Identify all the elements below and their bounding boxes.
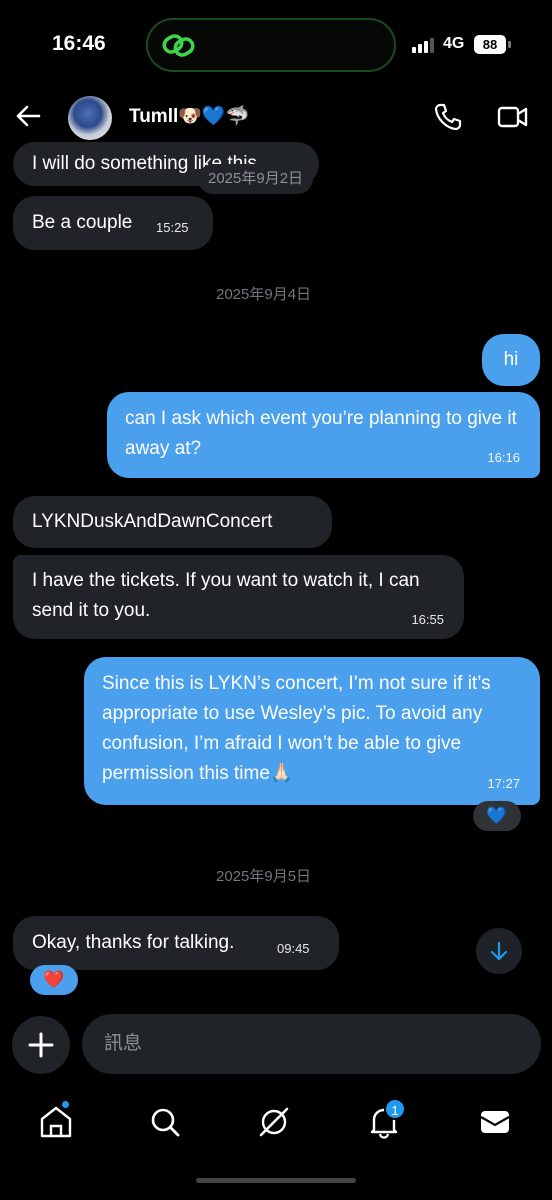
grok-icon xyxy=(259,1107,289,1137)
scroll-to-bottom-button[interactable] xyxy=(476,928,522,974)
video-call-icon[interactable] xyxy=(497,104,529,130)
incoming-message[interactable]: Be a couple 15:25 xyxy=(13,196,213,250)
contact-name[interactable]: Tumll🐶💙🦈 xyxy=(129,104,249,128)
phone-icon[interactable] xyxy=(433,102,463,132)
message-text: LYKNDuskAndDawnConcert xyxy=(32,511,273,532)
message-time: 15:25 xyxy=(156,220,189,235)
battery-tip xyxy=(508,41,511,48)
signal-icon xyxy=(412,37,434,53)
message-time: 09:45 xyxy=(277,941,310,956)
outgoing-message[interactable]: hi xyxy=(482,334,540,386)
bottom-navigation: 1 xyxy=(0,1090,552,1150)
home-indicator xyxy=(196,1178,356,1183)
outgoing-message[interactable]: can I ask which event you’re planning to… xyxy=(107,392,540,478)
message-composer[interactable] xyxy=(82,1014,541,1074)
chat-header: Tumll🐶💙🦈 xyxy=(0,90,552,146)
date-separator: 2025年9月4日 xyxy=(216,286,312,303)
message-text: can I ask which event you’re planning to… xyxy=(125,408,517,459)
message-text: I have the tickets. If you want to watch… xyxy=(32,570,420,621)
date-separator: 2025年9月5日 xyxy=(216,868,312,885)
battery-icon: 88 xyxy=(474,35,506,54)
link-icon xyxy=(162,34,195,57)
nav-search[interactable] xyxy=(145,1102,185,1142)
home-icon xyxy=(40,1106,72,1138)
outgoing-message[interactable]: Since this is LYKN’s concert, I’m not su… xyxy=(84,657,540,805)
arrow-down-icon xyxy=(490,941,508,961)
nav-grok[interactable] xyxy=(254,1102,294,1142)
incoming-message[interactable]: I have the tickets. If you want to watch… xyxy=(13,555,464,639)
nav-home[interactable] xyxy=(36,1100,76,1142)
mail-icon xyxy=(480,1111,510,1133)
message-reaction[interactable]: 💙 xyxy=(473,801,521,831)
notification-badge: 1 xyxy=(384,1098,406,1120)
incoming-message[interactable]: LYKNDuskAndDawnConcert xyxy=(13,496,332,548)
message-text: hi xyxy=(503,349,519,370)
message-time: 16:55 xyxy=(411,612,444,627)
message-input[interactable] xyxy=(104,1014,514,1074)
attach-button[interactable] xyxy=(12,1016,70,1074)
message-text: Since this is LYKN’s concert, I’m not su… xyxy=(102,673,491,784)
nav-messages[interactable] xyxy=(475,1102,515,1142)
message-time: 17:27 xyxy=(487,776,520,791)
date-separator: 2025年9月2日 xyxy=(198,164,314,194)
plus-icon xyxy=(28,1032,54,1058)
message-text: Be a couple xyxy=(32,212,133,233)
unread-dot xyxy=(61,1100,70,1109)
status-bar: 16:46 4G 88 xyxy=(0,0,552,90)
message-text: Okay, thanks for talking. xyxy=(32,932,235,953)
nav-notifications[interactable]: 1 xyxy=(364,1098,406,1142)
back-arrow-icon[interactable] xyxy=(14,102,42,130)
search-icon xyxy=(151,1108,180,1137)
network-type: 4G xyxy=(443,35,465,52)
message-time: 16:16 xyxy=(487,450,520,465)
avatar[interactable] xyxy=(68,96,112,140)
incoming-message[interactable]: Okay, thanks for talking. 09:45 xyxy=(13,916,339,970)
message-reaction[interactable]: ❤️ xyxy=(30,965,78,995)
status-time: 16:46 xyxy=(52,32,106,55)
dynamic-island[interactable] xyxy=(146,18,396,72)
